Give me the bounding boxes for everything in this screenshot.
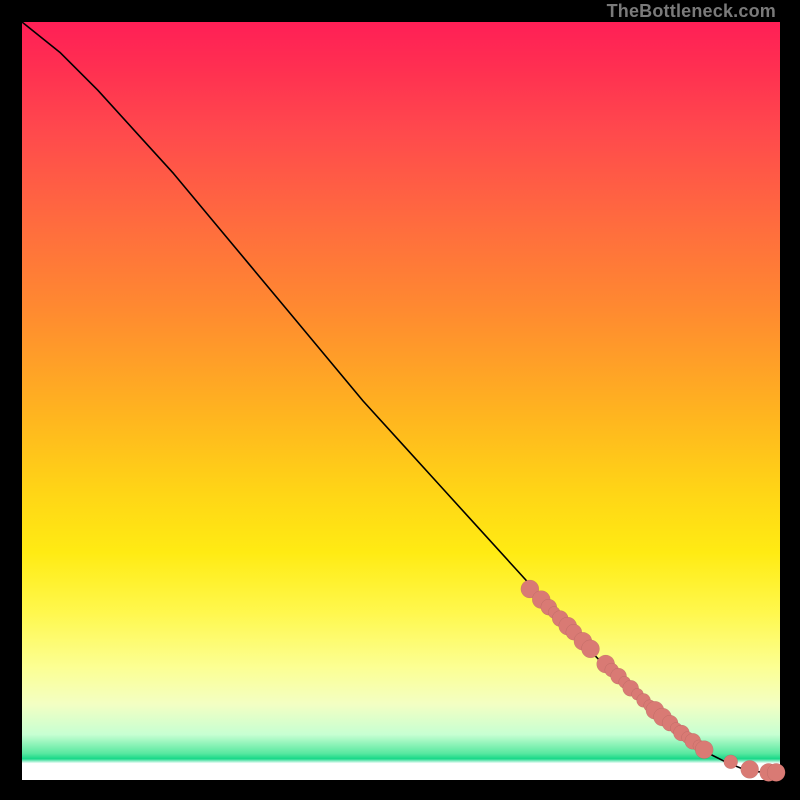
- data-point: [695, 741, 713, 759]
- chart-stage: TheBottleneck.com: [0, 0, 800, 800]
- data-point: [741, 760, 759, 778]
- data-point: [767, 763, 785, 781]
- data-point: [581, 640, 599, 658]
- data-point: [724, 755, 738, 769]
- scatter-group: [521, 580, 785, 781]
- watermark-text: TheBottleneck.com: [607, 2, 776, 20]
- chart-overlay-svg: [22, 22, 780, 780]
- plot-area: TheBottleneck.com: [22, 22, 780, 780]
- curve-path: [22, 22, 780, 772]
